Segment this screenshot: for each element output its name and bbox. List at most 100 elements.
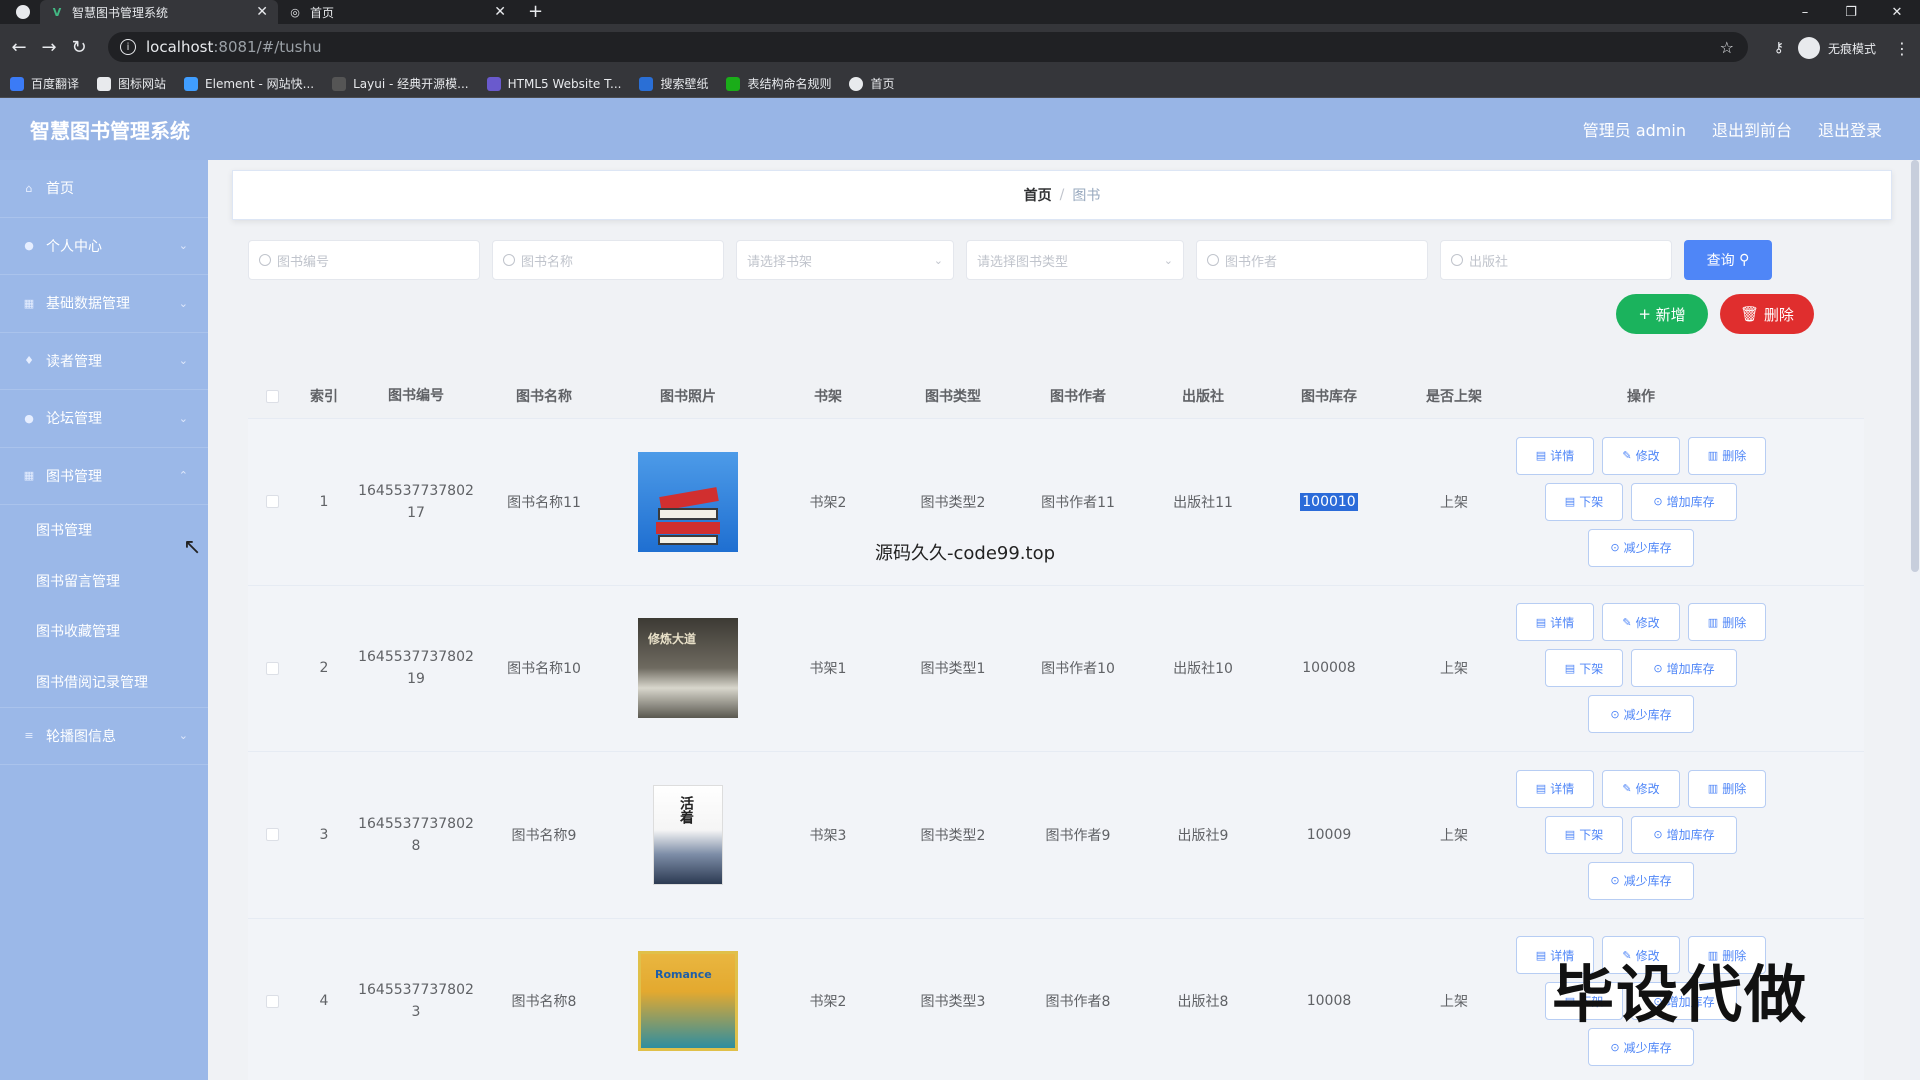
detail-button[interactable]: ▤ 详情 bbox=[1516, 436, 1594, 475]
minimize-icon[interactable]: – bbox=[1782, 0, 1828, 24]
offshelf-button[interactable]: ▤ 下架 bbox=[1545, 482, 1623, 521]
sidebar-item-carousel[interactable]: ≡ 轮播图信息 ⌄ bbox=[0, 707, 208, 765]
cell-code: 1645537737802 8 bbox=[358, 815, 474, 854]
reduce-stock-button[interactable]: ⊙ 减少库存 bbox=[1588, 528, 1694, 567]
book-name-input[interactable]: 图书名称 bbox=[492, 240, 724, 280]
edit-icon: ✎ bbox=[1622, 782, 1632, 796]
bookmark-item[interactable]: Element - 网站快... bbox=[184, 75, 314, 92]
sidebar-item-books[interactable]: ▦ 图书管理 ⌃ bbox=[0, 448, 208, 505]
bookmark-item[interactable]: 表结构命名规则 bbox=[726, 75, 831, 92]
chrome-icon[interactable] bbox=[16, 5, 30, 19]
close-window-icon[interactable]: ✕ bbox=[1874, 0, 1920, 24]
cell-author: 图书作者8 bbox=[1045, 994, 1111, 1011]
sidebar-item-home[interactable]: ⌂ 首页 bbox=[0, 160, 208, 218]
detail-button[interactable]: ▤ 详情 bbox=[1516, 769, 1594, 808]
bookmark-item[interactable]: 图标网站 bbox=[97, 75, 166, 92]
delete-button[interactable]: ▥ 删除 bbox=[1688, 436, 1766, 475]
detail-button[interactable]: ▤ 详情 bbox=[1516, 603, 1594, 642]
star-icon[interactable]: ☆ bbox=[1720, 38, 1734, 57]
browser-tab[interactable]: ◎ 首页 ✕ bbox=[278, 0, 516, 24]
back-to-front-link[interactable]: 退出到前台 bbox=[1712, 117, 1792, 141]
book-cover-image[interactable]: 修炼大道 bbox=[638, 618, 738, 719]
more-icon[interactable]: ⋮ bbox=[1894, 39, 1910, 58]
document-icon: ▤ bbox=[1535, 615, 1547, 629]
add-stock-button[interactable]: ⊙ 增加库存 bbox=[1631, 482, 1737, 521]
add-stock-button[interactable]: ⊙ 增加库存 bbox=[1631, 649, 1737, 688]
offshelf-button[interactable]: ▤ 下架 bbox=[1545, 649, 1623, 688]
sidebar-item-base-data[interactable]: ▦ 基础数据管理 ⌄ bbox=[0, 275, 208, 333]
wallpaper-icon bbox=[639, 76, 654, 91]
globe-icon: ◎ bbox=[290, 5, 300, 19]
breadcrumb-home[interactable]: 首页 bbox=[1024, 185, 1052, 205]
book-cover-image[interactable]: 活着 bbox=[653, 784, 723, 885]
book-cover-image[interactable] bbox=[638, 451, 738, 552]
reduce-stock-button[interactable]: ⊙ 减少库存 bbox=[1588, 861, 1694, 900]
url-input[interactable]: i localhost:8081/#/tushu ☆ bbox=[108, 32, 1748, 62]
cell-code: 1645537737802 17 bbox=[358, 482, 474, 521]
close-icon[interactable]: ✕ bbox=[494, 4, 506, 20]
logout-link[interactable]: 退出登录 bbox=[1818, 117, 1882, 141]
delete-button[interactable]: ▥ 删除 bbox=[1688, 769, 1766, 808]
book-cover-image[interactable]: Romance bbox=[638, 951, 738, 1052]
vue-icon: V bbox=[52, 5, 62, 19]
cell-type: 图书类型1 bbox=[920, 661, 986, 678]
book-type-select[interactable]: 请选择图书类型 ⌄ bbox=[966, 240, 1184, 280]
cell-author: 图书作者10 bbox=[1041, 661, 1115, 678]
forward-icon[interactable]: → bbox=[34, 37, 64, 58]
edit-button[interactable]: ✎ 修改 bbox=[1602, 436, 1680, 475]
sidebar-item-forum[interactable]: ● 论坛管理 ⌄ bbox=[0, 390, 208, 448]
page-scrollbar[interactable] bbox=[1910, 160, 1920, 1080]
sidebar-subitem-book-comments[interactable]: 图书留言管理 bbox=[0, 556, 208, 607]
add-stock-button[interactable]: ⊙ 增加库存 bbox=[1631, 815, 1737, 854]
delete-button[interactable]: ▥ 删除 bbox=[1688, 603, 1766, 642]
row-checkbox[interactable] bbox=[265, 495, 279, 509]
reduce-stock-button[interactable]: ⊙ 减少库存 bbox=[1588, 695, 1694, 734]
header-name: 图书名称 bbox=[516, 389, 572, 405]
sidebar-item-readers[interactable]: ♦ 读者管理 ⌄ bbox=[0, 333, 208, 390]
cell-publisher: 出版社11 bbox=[1173, 494, 1233, 511]
add-button[interactable]: + 新增 bbox=[1616, 294, 1708, 334]
author-input[interactable]: 图书作者 bbox=[1196, 240, 1428, 280]
select-all-checkbox[interactable] bbox=[265, 389, 279, 403]
info-icon[interactable]: i bbox=[120, 39, 136, 55]
publisher-input[interactable]: 出版社 bbox=[1440, 240, 1672, 280]
incognito-icon[interactable] bbox=[1797, 37, 1820, 59]
scrollbar-thumb[interactable] bbox=[1911, 160, 1919, 572]
close-icon[interactable]: ✕ bbox=[256, 4, 268, 20]
query-button[interactable]: 查询 ⚲ bbox=[1684, 240, 1772, 280]
row-checkbox[interactable] bbox=[265, 828, 279, 842]
browser-tab-active[interactable]: V 智慧图书管理系统 ✕ bbox=[40, 0, 278, 24]
back-icon[interactable]: ← bbox=[4, 37, 34, 58]
globe-icon bbox=[849, 76, 864, 91]
header-author: 图书作者 bbox=[1050, 389, 1106, 405]
bookmark-item[interactable]: Layui - 经典开源模... bbox=[332, 75, 469, 92]
sidebar-subitem-book-manage[interactable]: 图书管理 bbox=[0, 505, 208, 556]
restore-icon[interactable]: ❐ bbox=[1828, 0, 1874, 24]
new-tab-icon[interactable]: + bbox=[528, 1, 543, 22]
book-code-input[interactable]: 图书编号 bbox=[248, 240, 480, 280]
bookmark-item[interactable]: 百度翻译 bbox=[10, 75, 79, 92]
bookmark-item[interactable]: HTML5 Website T... bbox=[486, 76, 621, 91]
promo-watermark: 毕设代做 bbox=[1552, 958, 1809, 1031]
cell-shelf: 书架3 bbox=[809, 827, 847, 844]
sidebar-subitem-borrow-records[interactable]: 图书借阅记录管理 bbox=[0, 657, 208, 708]
sidebar-subitem-book-favorites[interactable]: 图书收藏管理 bbox=[0, 606, 208, 657]
chevron-down-icon: ⌄ bbox=[178, 354, 188, 368]
bookmark-item[interactable]: 首页 bbox=[849, 75, 895, 92]
location-icon: ⊙ bbox=[1610, 707, 1620, 721]
offshelf-button[interactable]: ▤ 下架 bbox=[1545, 815, 1623, 854]
cell-status: 上架 bbox=[1440, 494, 1468, 511]
admin-user-label: 管理员 admin bbox=[1582, 121, 1686, 140]
shelf-select[interactable]: 请选择书架 ⌄ bbox=[736, 240, 954, 280]
bookmark-item[interactable]: 搜索壁纸 bbox=[639, 75, 708, 92]
reload-icon[interactable]: ↻ bbox=[64, 37, 94, 58]
location-icon: ⊙ bbox=[1653, 661, 1663, 675]
sidebar-item-profile[interactable]: ● 个人中心 ⌄ bbox=[0, 218, 208, 275]
batch-delete-button[interactable]: 🗑 删除 bbox=[1720, 294, 1814, 334]
edit-button[interactable]: ✎ 修改 bbox=[1602, 769, 1680, 808]
row-checkbox[interactable] bbox=[265, 661, 279, 675]
location-icon: ⊙ bbox=[1610, 541, 1620, 555]
row-checkbox[interactable] bbox=[265, 994, 279, 1008]
edit-button[interactable]: ✎ 修改 bbox=[1602, 603, 1680, 642]
key-icon[interactable]: ⚷ bbox=[1774, 40, 1784, 56]
